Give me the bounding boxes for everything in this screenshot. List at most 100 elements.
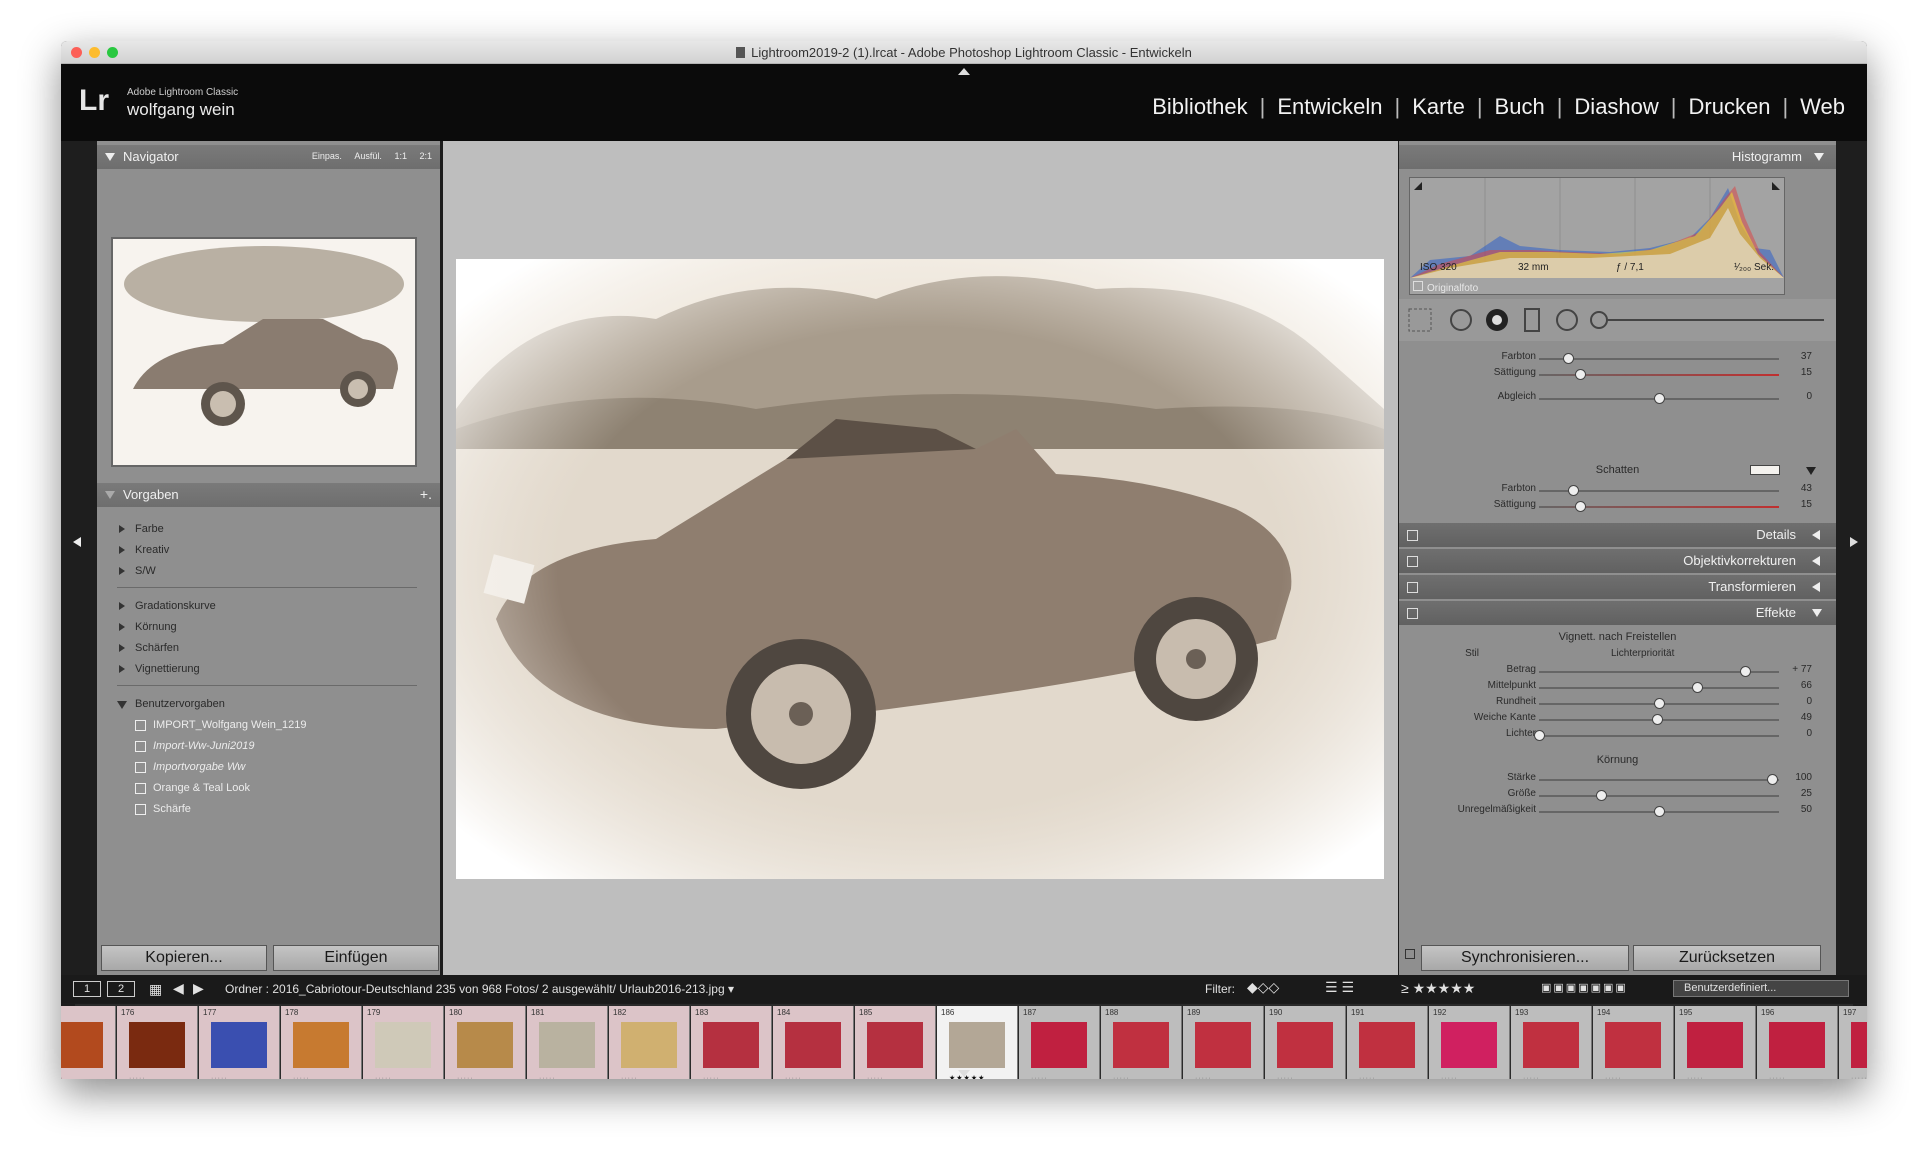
filmstrip-thumbnail[interactable]: 187 ····· (1019, 1006, 1100, 1079)
filmstrip-thumbnail[interactable]: 190 ····· (1265, 1006, 1346, 1079)
highlight-slider-knob[interactable] (1562, 353, 1574, 364)
grain-slider-value[interactable]: 50 (1801, 804, 1812, 815)
shadow-slider-row[interactable]: Sättigung 15 (1399, 497, 1836, 517)
reset-button[interactable]: Zurücksetzen (1633, 945, 1821, 971)
panel-toggle-icon[interactable] (1407, 582, 1418, 593)
filter-preset-select[interactable]: Benutzerdefiniert... (1673, 980, 1849, 997)
vignette-slider-knob[interactable] (1654, 698, 1665, 709)
grain-slider-value[interactable]: 25 (1801, 788, 1812, 799)
grid-view-icon[interactable]: ▦ (149, 981, 162, 998)
rating-filter[interactable]: ≥ ★★★★★ (1401, 980, 1475, 997)
vignette-slider-track[interactable] (1539, 687, 1779, 689)
navigator-preview[interactable] (111, 237, 417, 467)
filmstrip-thumbnail[interactable]: ····· (61, 1006, 116, 1079)
filmstrip-thumbnail[interactable]: 194 ····· (1593, 1006, 1674, 1079)
paste-button[interactable]: Einfügen (273, 945, 439, 971)
color-label-filter-icons[interactable]: ▣▣▣▣▣▣▣ (1541, 981, 1628, 994)
vignette-slider-value[interactable]: 49 (1801, 712, 1812, 723)
filmstrip-thumbnail[interactable]: 178 ····· (281, 1006, 362, 1079)
user-preset-item[interactable]: Importvorgabe Ww (117, 757, 306, 778)
section-transform[interactable]: Transformieren (1399, 575, 1836, 599)
navigator-collapse-icon[interactable] (105, 153, 115, 161)
filmstrip-thumbnail[interactable]: 189 ····· (1183, 1006, 1264, 1079)
preset-folder-vignettierung[interactable]: Vignettierung (117, 659, 216, 680)
vignette-slider-value[interactable]: 66 (1801, 680, 1812, 691)
grain-slider-row[interactable]: Unregelmäßigkeit 50 (1399, 802, 1836, 822)
filmstrip-thumbnail[interactable]: 186 ★★★★★ (937, 1006, 1018, 1079)
secondary-window-button[interactable]: 2 (107, 981, 135, 997)
vignette-slider-track[interactable] (1539, 735, 1779, 737)
vignette-slider-knob[interactable] (1692, 682, 1704, 693)
filmstrip-thumbnail[interactable]: 193 ····· (1511, 1006, 1592, 1079)
collapse-right-panel-icon[interactable] (1850, 537, 1858, 547)
preset-folder-sw[interactable]: S/W (117, 561, 169, 582)
shadow-slider-value[interactable]: 15 (1801, 499, 1812, 510)
shadow-color-dropdown-icon[interactable] (1806, 467, 1816, 475)
module-drucken[interactable]: Drucken (1677, 94, 1783, 120)
add-preset-icon[interactable]: +. (420, 486, 432, 502)
presets-header[interactable]: Vorgaben +. (97, 483, 440, 507)
grain-slider-track[interactable] (1539, 779, 1779, 781)
style-select[interactable]: Lichterpriorität (1611, 648, 1674, 659)
grain-slider-knob[interactable] (1654, 806, 1665, 817)
filmstrip-thumbnail[interactable]: 195 ····· (1675, 1006, 1756, 1079)
section-details[interactable]: Details (1399, 523, 1836, 547)
user-presets-folder[interactable]: Benutzervorgaben (117, 694, 306, 715)
collapse-filmstrip-icon[interactable] (958, 1070, 970, 1077)
main-image-area[interactable] (443, 141, 1398, 975)
filmstrip-thumbnail[interactable]: 182 ····· (609, 1006, 690, 1079)
vignette-slider-value[interactable]: 0 (1806, 696, 1812, 707)
histogram-header[interactable]: Histogramm (1399, 145, 1836, 169)
vignette-slider-knob[interactable] (1534, 730, 1545, 741)
zoom-1-1[interactable]: 1:1 (394, 151, 407, 161)
synchronize-button[interactable]: Synchronisieren... (1421, 945, 1629, 971)
forward-arrow-icon[interactable]: ▶ (193, 980, 204, 997)
preset-folder-farbe[interactable]: Farbe (117, 519, 169, 540)
filmstrip-thumbnail[interactable]: 191 ····· (1347, 1006, 1428, 1079)
grain-slider-knob[interactable] (1766, 774, 1778, 785)
module-buch[interactable]: Buch (1483, 94, 1557, 120)
source-path[interactable]: Ordner : 2016_Cabriotour-Deutschland 235… (225, 982, 734, 996)
module-web[interactable]: Web (1788, 94, 1857, 120)
highlight-slider-track[interactable] (1539, 358, 1779, 360)
user-preset-item[interactable]: Import-Ww-Juni2019 (117, 736, 306, 757)
filmstrip-thumbnail[interactable]: 183 ····· (691, 1006, 772, 1079)
highlight-slider-knob[interactable] (1574, 369, 1586, 380)
back-arrow-icon[interactable]: ◀ (173, 980, 184, 997)
filmstrip-thumbnail[interactable]: 196 ····· (1757, 1006, 1838, 1079)
panel-toggle-icon[interactable] (1407, 530, 1418, 541)
grain-slider-value[interactable]: 100 (1795, 772, 1812, 783)
highlight-slider-row[interactable]: Sättigung 15 (1399, 365, 1836, 385)
vignette-slider-row[interactable]: Lichter 0 (1399, 726, 1836, 746)
vignette-slider-knob[interactable] (1740, 666, 1752, 677)
user-preset-item[interactable]: Orange & Teal Look (117, 778, 306, 799)
preset-folder-kreativ[interactable]: Kreativ (117, 540, 169, 561)
collapse-top-panel-icon[interactable] (958, 68, 970, 75)
balance-slider-row[interactable]: Abgleich 0 (1399, 389, 1836, 409)
vignette-slider-value[interactable]: 0 (1806, 728, 1812, 739)
panel-toggle-icon[interactable] (1407, 608, 1418, 619)
filmstrip-thumbnail[interactable]: 181 ····· (527, 1006, 608, 1079)
preset-folder-schaerfen[interactable]: Schärfen (117, 638, 216, 659)
module-karte[interactable]: Karte (1400, 94, 1477, 120)
filmstrip-thumbnail[interactable]: 188 ····· (1101, 1006, 1182, 1079)
filmstrip-thumbnail[interactable]: 185 ····· (855, 1006, 936, 1079)
solo-mode-toggle[interactable] (1405, 949, 1415, 959)
zoom-fit[interactable]: Einpas. (312, 151, 342, 161)
primary-window-button[interactable]: 1 (73, 981, 101, 997)
grain-slider-knob[interactable] (1596, 790, 1608, 801)
histogram-collapse-icon[interactable] (1814, 153, 1824, 161)
user-preset-item[interactable]: IMPORT_Wolfgang Wein_1219 (117, 715, 306, 736)
module-entwickeln[interactable]: Entwickeln (1265, 94, 1394, 120)
vignette-slider-knob[interactable] (1651, 714, 1663, 725)
flag-filter-icons[interactable]: ◆◇◇ (1247, 979, 1279, 996)
section-effects[interactable]: Effekte (1399, 601, 1836, 625)
shadow-slider-knob[interactable] (1567, 485, 1579, 496)
collapse-left-panel-icon[interactable] (73, 537, 81, 547)
original-photo-toggle[interactable]: Originalfoto (1413, 281, 1478, 294)
zoom-fill[interactable]: Ausfül. (354, 151, 382, 161)
filmstrip-thumbnail[interactable]: 192 ····· (1429, 1006, 1510, 1079)
shadow-slider-knob[interactable] (1574, 501, 1586, 512)
module-diashow[interactable]: Diashow (1562, 94, 1670, 120)
filmstrip-thumbnail[interactable]: 177 ····· (199, 1006, 280, 1079)
